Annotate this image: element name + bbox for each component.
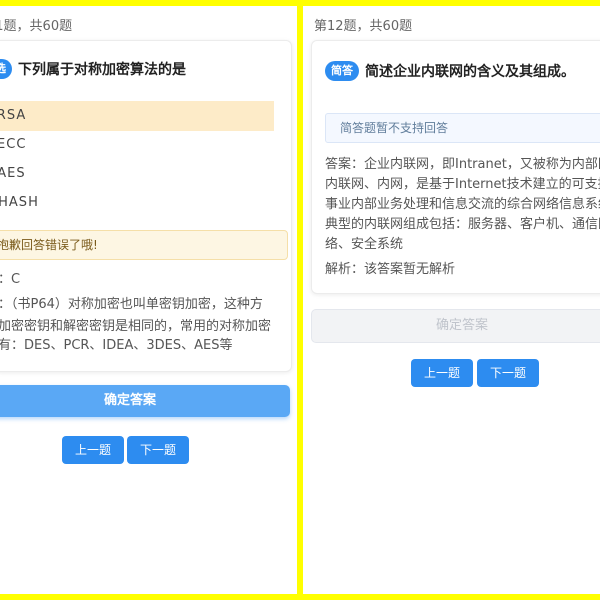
question-type-badge: 简答 [325,61,359,81]
option-d[interactable]: D.HASH [0,188,274,218]
confirm-answer-button[interactable]: 确定答案 [311,309,600,343]
right-question-panel: 第12题，共60题 简答 简述企业内联网的含义及其组成。 简答题暂不支持回答 答… [303,6,600,594]
answer-line-4: 典型的内联网组成包括：服务器、客户机、通信网 [325,217,600,232]
left-question-panel: 第11题，共60题 单选 下列属于对称加密算法的是 A.RSA B.ECC C.… [0,6,297,594]
analysis-line-1: 解析：（书P64）对称加密也叫单密钥加密，这种方 [0,297,263,312]
answer-line-2: 内联网、内网，是基于Internet技术建立的可支持 [325,177,600,192]
question-counter: 第12题，共60题 [314,19,413,34]
question-title: 下列属于对称加密算法的是 [18,62,186,78]
confirm-answer-button[interactable]: 确定答案 [0,385,290,417]
answer-text: 答案：C [0,272,21,287]
next-question-button[interactable]: 下一题 [477,359,539,387]
error-message: 很抱歉回答错误了哦! [0,230,288,260]
next-question-button[interactable]: 下一题 [127,436,189,464]
option-b[interactable]: B.ECC [0,130,274,160]
question-header: 单选 下列属于对称加密算法的是 [0,59,186,79]
option-c[interactable]: C.AES [0,159,274,189]
question-type-badge: 单选 [0,59,12,79]
question-header: 简答 简述企业内联网的含义及其组成。 [325,61,575,81]
option-label: B.ECC [0,137,27,152]
prev-question-button[interactable]: 上一题 [62,436,124,464]
option-label: C.AES [0,166,26,181]
error-text: 很抱歉回答错误了哦! [0,238,98,252]
answer-line-3: 事业内部业务处理和信息交流的综合网络信息系统。 [325,197,600,212]
answer-line-1: 答案：企业内联网，即Intranet，又被称为内部网、 [325,157,600,172]
analysis-line-3: 算法有：DES、PCR、IDEA、3DES、AES等 [0,338,233,353]
option-label: D.HASH [0,195,39,210]
answer-line-5: 络、安全系统 [325,237,404,252]
analysis-line-2: 法的加密密钥和解密密钥是相同的，常用的对称加密 [0,319,272,334]
question-counter: 第11题，共60题 [0,19,73,34]
option-a[interactable]: A.RSA [0,101,274,131]
unsupported-notice: 简答题暂不支持回答 [325,113,600,143]
option-label: A.RSA [0,108,27,123]
question-title: 简述企业内联网的含义及其组成。 [365,64,575,80]
analysis-text: 解析：该答案暂无解析 [325,262,456,277]
prev-question-button[interactable]: 上一题 [411,359,473,387]
